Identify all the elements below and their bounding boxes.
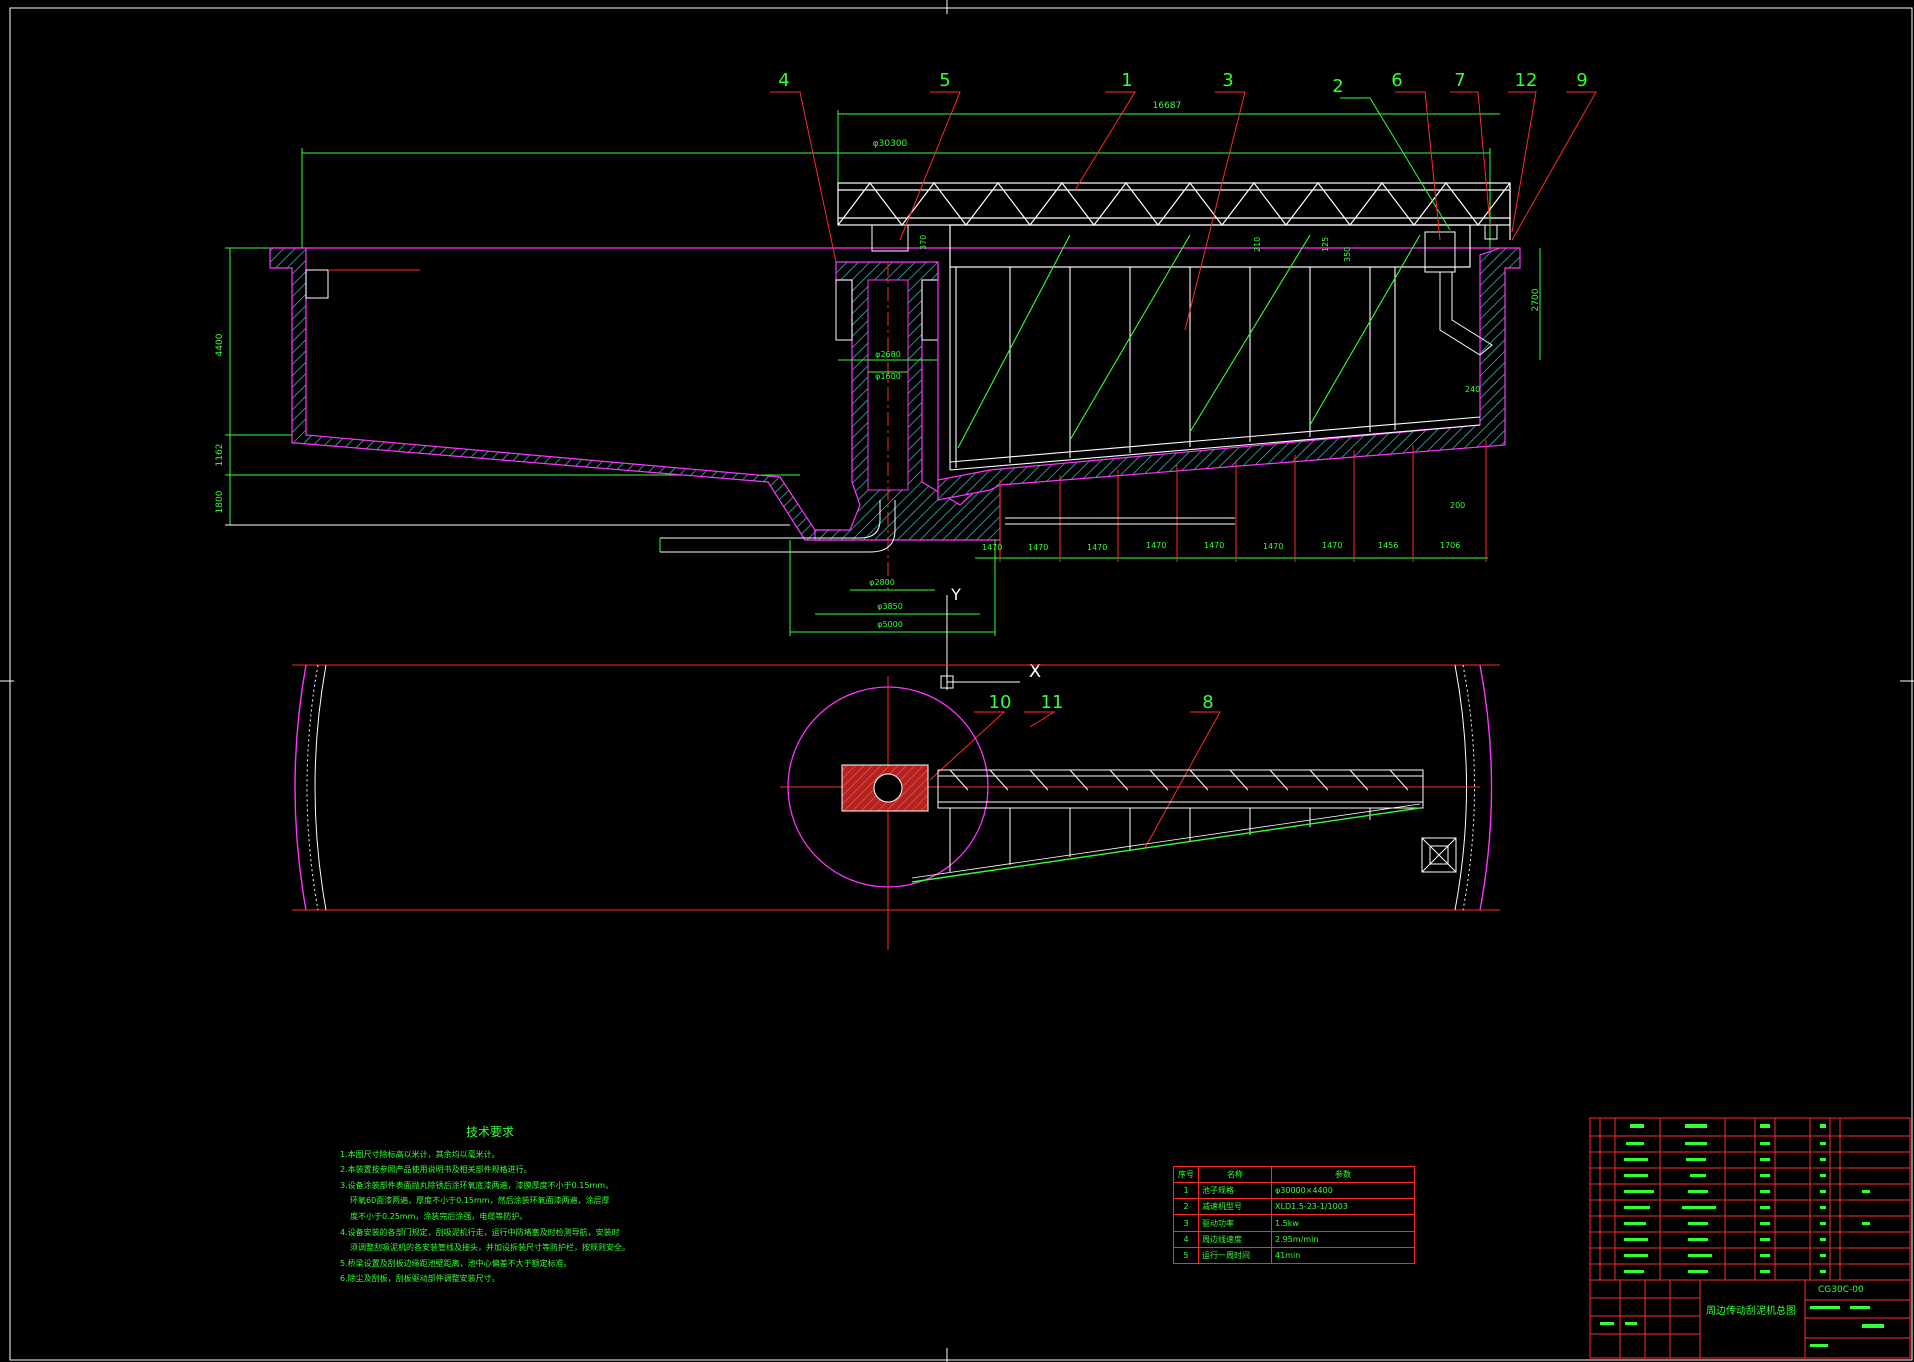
plan-bridge [937,769,1424,872]
dim-seg-1: 1470 [982,543,1002,552]
dim-seg-2: 1470 [1028,543,1048,552]
table-cell: 1 [1173,1182,1199,1200]
section-view: 16687 φ30300 4400 1162 1800 370 210 125 … [215,101,1541,690]
dim-240: 240 [1465,385,1480,394]
dim-depth: 4400 [215,333,225,356]
table-cell: 3 [1173,1214,1199,1232]
table-cell: 池子规格 [1198,1182,1272,1200]
table-cell: 5 [1173,1246,1199,1265]
technical-notes: 技术要求 1.本图尺寸除标高以米计，其余均以毫米计。 2.本装置按参照产品使用说… [340,1125,640,1287]
callout-8: 8 [1202,692,1213,713]
dim-dia-30300: φ30300 [873,139,908,149]
dim-350: 350 [1343,247,1352,262]
axis-y-label: Y [950,585,961,604]
callout-2: 2 [1332,76,1343,97]
callout-3: 3 [1222,70,1233,91]
dim-125: 125 [1321,237,1330,252]
dim-dia-2680: φ2680 [875,350,901,359]
table-cell: 2.95m/min [1271,1230,1415,1248]
callout-10: 10 [989,692,1012,713]
outer-drive-plan [1421,837,1457,873]
dim-210: 210 [1253,237,1262,252]
note-line: 2.本装置按参照产品使用说明书及相关部件规格进行。 [340,1165,532,1175]
dim-seg-6: 1470 [1263,542,1283,551]
drawing-border [9,7,1913,1361]
table-cell: 驱动功率 [1198,1214,1272,1232]
dim-dia-1600: φ1600 [875,372,901,381]
note-line: 须调整刮吸泥机的各安装管线及接头，并加设拆装尺寸等防护栏，按规则安全。 [350,1243,630,1253]
callout-7: 7 [1454,70,1465,91]
callout-11: 11 [1041,692,1064,713]
note-line: 度不小于0.25mm，涂装完后涂强，电缆等防护。 [350,1211,528,1221]
table-header: 参数 [1271,1165,1415,1184]
note-line: 5.桥梁设置及刮板边缘距池壁距离，池中心偏差不大于额定标准。 [340,1258,572,1268]
callout-6: 6 [1391,70,1402,91]
drawing-code: CG30C-00 [1818,1285,1864,1295]
dim-seg-4: 1470 [1146,541,1166,550]
table-header-row: 序号 名称 参数 [1173,1165,1415,1184]
callout-4: 4 [778,70,789,91]
tank-right-floor [937,247,1521,501]
note-line: 6.除尘及刮板，刮板驱动部件调整安装尺寸。 [340,1274,500,1284]
callout-1: 1 [1121,70,1132,91]
dim-slope: 1162 [215,444,225,467]
dim-right-height: 2700 [1531,288,1541,311]
dim-seg-3: 1470 [1087,543,1107,552]
table-header: 名称 [1198,1165,1272,1184]
drawing-title: 周边传动刮泥机总图 [1706,1306,1796,1317]
dim-seg-7: 1470 [1322,541,1342,550]
dim-seg-5: 1470 [1204,541,1224,550]
drive-unit-center [871,224,909,252]
table-row: 5 运行一周时间 41min [1173,1246,1415,1265]
parameter-table: 序号 名称 参数 1 池子规格 φ30000×4400 2 减速机型号 XLD1… [1173,1165,1415,1265]
plan-view [292,664,1500,950]
table-cell: 运行一周时间 [1198,1246,1272,1265]
dim-base: 1800 [215,490,225,513]
table-cell: φ30000×4400 [1271,1182,1415,1200]
dim-dia-5000: φ5000 [877,620,903,629]
dim-dia-3850: φ3850 [877,602,903,611]
table-cell: 周边线速度 [1198,1230,1272,1248]
table-row: 1 池子规格 φ30000×4400 [1173,1182,1415,1200]
plan-scraper-blade [911,807,1421,883]
callout-9: 9 [1576,70,1587,91]
notes-title: 技术要求 [465,1125,514,1139]
table-cell: 2 [1173,1198,1199,1216]
dim-200: 200 [1450,501,1465,510]
table-cell: 4 [1173,1230,1199,1248]
engineering-drawing: 16687 φ30300 4400 1162 1800 370 210 125 … [0,0,1914,1362]
dim-seg-8: 1456 [1378,541,1398,550]
callout-5: 5 [939,70,950,91]
table-row: 3 驱动功率 1.5kw [1173,1214,1415,1232]
table-row: 4 周边线速度 2.95m/min [1173,1230,1415,1248]
table-row: 2 减速机型号 XLD1.5-23-1/1003 [1173,1198,1415,1216]
axis-x-label: X [1029,661,1041,682]
tank-left-wall [269,247,831,541]
table-header: 序号 [1173,1165,1199,1184]
dim-dia-2800: φ2800 [869,578,895,587]
table-cell: 1.5kw [1271,1214,1415,1232]
note-line: 环氧60面漆两遍，厚度不小于0.15mm，然后涂装环氧面漆两遍，涂层厚 [350,1196,610,1206]
callout-12: 12 [1515,70,1538,91]
table-cell: XLD1.5-23-1/1003 [1271,1198,1415,1216]
note-line: 1.本图尺寸除标高以米计，其余均以毫米计。 [340,1149,500,1159]
note-line: 4.设备安装的各部门规定，刮吸泥机行走，运行中防堵塞及时检测导航，安装时 [340,1227,620,1237]
dim-seg-9: 1706 [1440,541,1460,550]
table-cell: 41min [1271,1246,1415,1265]
table-cell: 减速机型号 [1198,1198,1272,1216]
note-line: 3.设备涂装部件表面抛丸除锈后涂环氧底漆两遍，漆膜厚度不小于0.15mm， [340,1180,614,1190]
dim-370: 370 [919,235,928,250]
dim-span-top: 16687 [1153,101,1182,111]
